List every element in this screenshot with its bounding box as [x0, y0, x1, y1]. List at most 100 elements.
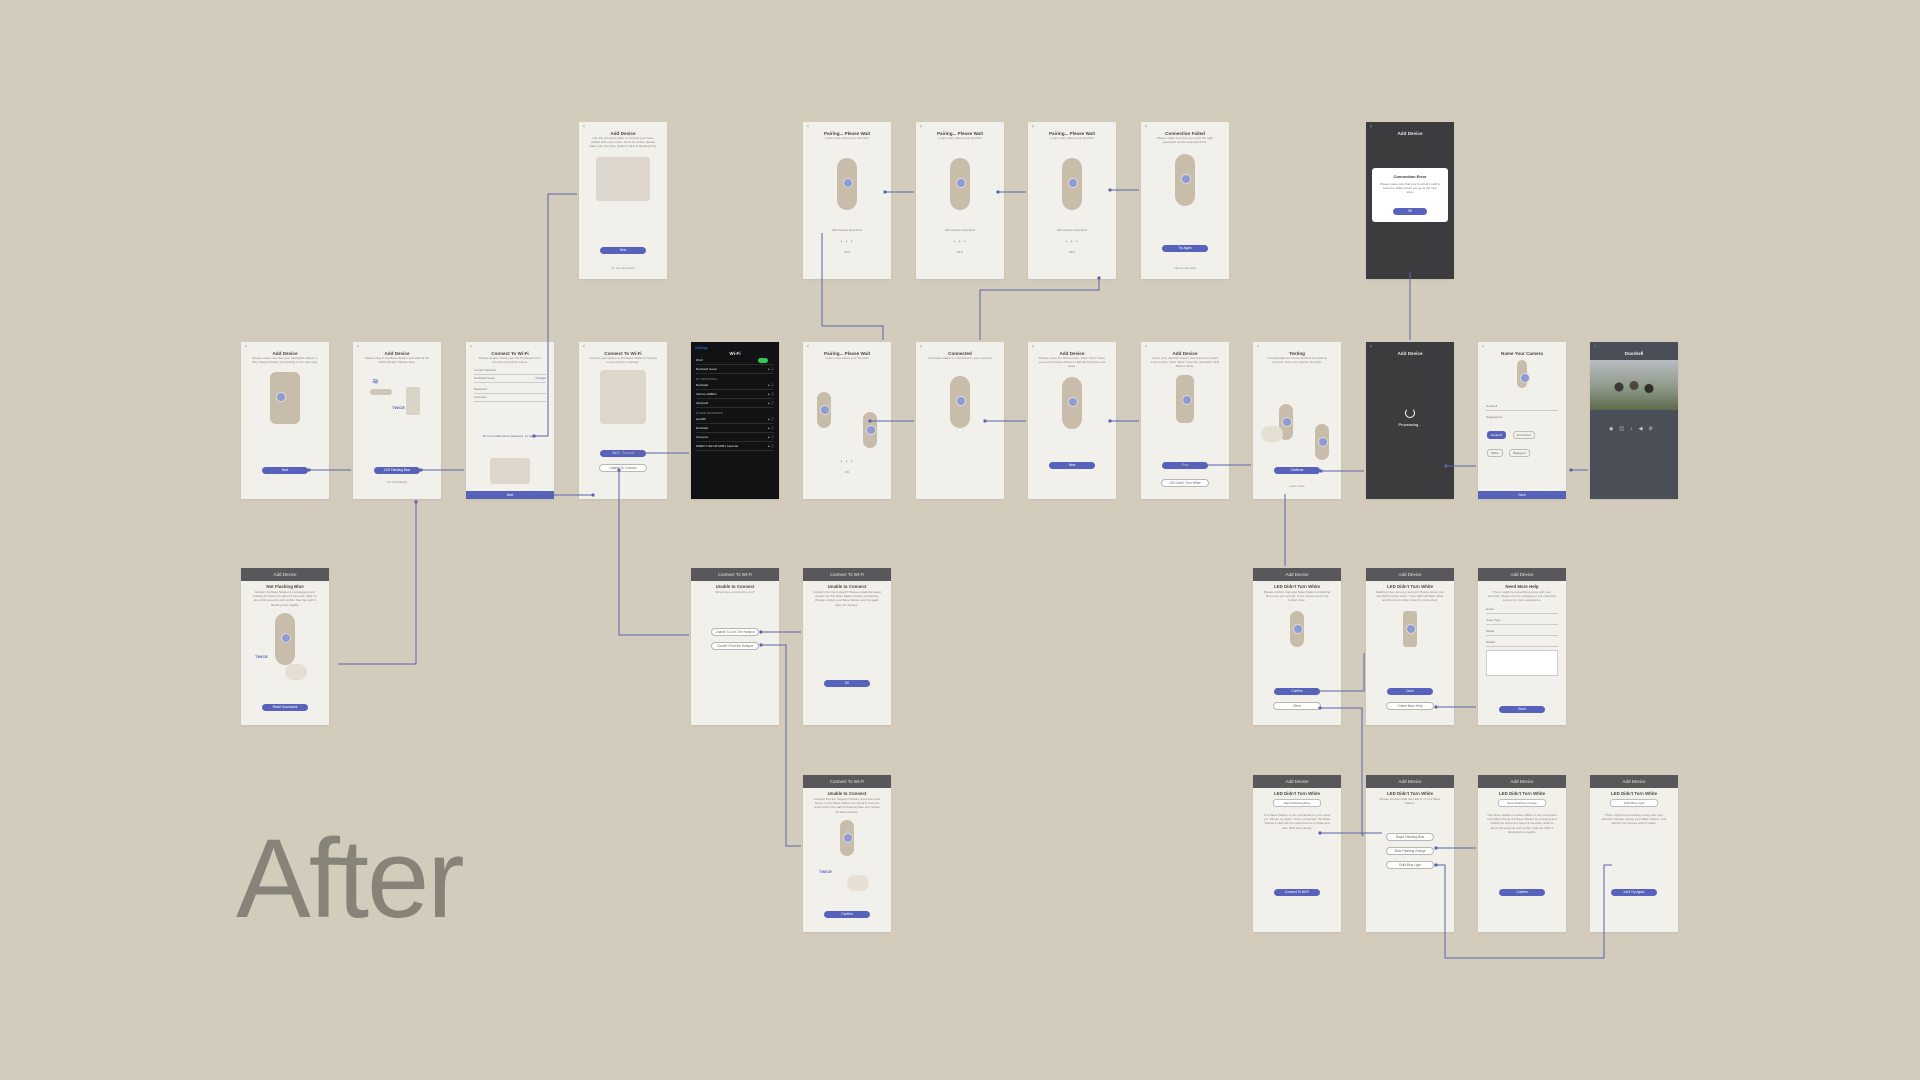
network-value-row: Rockwell Guest Change — [474, 374, 546, 384]
twice-label: TWICE — [392, 405, 405, 411]
screen-connected: ‹ Connected Your base station is connecte… — [916, 342, 1004, 499]
mic-icon[interactable]: ♪ — [1630, 426, 1639, 432]
password-value: Unknown — [474, 395, 487, 400]
next-button[interactable]: Next — [1049, 462, 1095, 469]
led-state-dropdown[interactable]: Rapid Flashing Blue — [1273, 799, 1321, 807]
need-more-help-button[interactable]: I Need More Help — [1386, 702, 1434, 710]
header-bar: Add Device — [1478, 775, 1566, 788]
screen-title: Add Device — [384, 351, 410, 356]
led-state-dropdown[interactable]: Solid Blue Light — [1610, 799, 1658, 807]
screen-title: Connect To Wi-Fi — [491, 351, 529, 356]
password-help-link[interactable]: Do not enable Wi-Fi password, try again. — [466, 434, 554, 438]
live-camera-view[interactable] — [1590, 360, 1678, 410]
status-text: LED flashes blue/white — [944, 228, 976, 232]
suggestions-text: Suggestions — [1486, 415, 1503, 419]
email-field[interactable]: Email — [1486, 605, 1558, 614]
done-button[interactable]: Done — [1387, 688, 1433, 695]
screen-title: Pairing... Please Wait — [1048, 131, 1096, 136]
ok-button[interactable]: OK — [824, 680, 870, 687]
camera-name-input[interactable]: Doorbell — [1486, 402, 1558, 411]
option-slow-flashing-orange[interactable]: Slow Flashing Orange — [1386, 847, 1434, 855]
other-button[interactable]: Other — [1273, 702, 1321, 710]
screen-title: Doorbell — [1624, 351, 1644, 356]
network-row[interactable]: Cameron ▲ ⓘ — [696, 433, 774, 442]
twice-label: TWICE — [255, 654, 268, 659]
network-row[interactable]: DIRECT-4W-HP M281 LaserJet ▲ ⓘ — [696, 442, 774, 451]
doorbell-illustration — [817, 392, 831, 428]
screen-unable-to-connect-2: Connect To Wi-Fi Unable to Connect Could… — [803, 568, 891, 725]
network-row[interactable]: Verizon-GIBDG ▲ ⓘ — [696, 390, 774, 399]
next-button[interactable]: Next — [600, 247, 646, 254]
network-row[interactable]: Rockwell ▲ ⓘ — [696, 424, 774, 433]
option-solid-blue-light[interactable]: Solid Blue Light — [1386, 861, 1434, 869]
try-again-button[interactable]: Try Again — [1162, 245, 1208, 252]
snapshot-icon[interactable]: ◫ — [1619, 426, 1630, 432]
model-field[interactable]: Model — [1486, 627, 1558, 636]
next-button[interactable]: Next — [466, 491, 554, 499]
screen-pairing-4: ‹ Pairing... Please Wait Learn more about… — [803, 342, 891, 499]
screen-led-solid-blue: Add Device LED Didn't Turn White Solid B… — [1590, 775, 1678, 932]
wifi-toggle[interactable] — [758, 357, 768, 363]
wifi-toggle-row[interactable]: Wi-Fi — [696, 356, 774, 365]
network-row[interactable]: Rockwell ▲ ⓘ — [696, 381, 774, 390]
settings-back-link[interactable]: Settings — [695, 346, 708, 350]
screen-body: There might be something wrong with your… — [1601, 813, 1667, 826]
confirm-button[interactable]: Confirm — [1499, 889, 1545, 896]
progress-dots: • • • — [953, 239, 967, 245]
screen-title: Add Device — [610, 131, 636, 136]
camera-name-value: Doorbell — [1486, 404, 1498, 408]
try-again-button[interactable]: Let's Try Again — [1611, 889, 1657, 896]
change-link[interactable]: Change — [535, 374, 546, 382]
continue-button[interactable]: Continue — [1274, 467, 1320, 474]
network-name: Rockwell — [696, 383, 709, 387]
confirm-button[interactable]: Confirm — [1274, 688, 1320, 695]
screen-body: Please choose what the LED is of your Ba… — [1379, 797, 1441, 806]
option-cant-find-button[interactable]: Couldn't Find the Hotspot — [711, 642, 759, 650]
details-textarea[interactable] — [1486, 649, 1558, 676]
next-button[interactable]: Next — [262, 467, 308, 474]
unable-to-connect-button[interactable]: Unable To Connect — [599, 464, 647, 472]
header-bar: Add Device — [1366, 775, 1454, 788]
settings-icon[interactable]: ⚙ — [1648, 426, 1658, 432]
led-state-dropdown[interactable]: Slow Flashing Orange — [1498, 799, 1546, 807]
connect-wifi-button[interactable]: Connect To Wi-Fi — [1274, 889, 1320, 896]
option-unable-join-button[interactable]: Unable To Join The Hotspot — [711, 628, 759, 636]
option-rapid-flashing-blue[interactable]: Rapid Flashing Blue — [1386, 833, 1434, 841]
screen-title: Pairing... Please Wait — [823, 351, 871, 356]
screen-add-device-2: ‹ Add Device Please plug in the Base Stat… — [353, 342, 441, 499]
led-didnt-turn-white-button[interactable]: LED Didn't Turn White — [1161, 479, 1209, 487]
screen-body: There might be something wrong with your… — [1487, 590, 1557, 603]
network-row[interactable]: eesWifi ▲ ⓘ — [696, 415, 774, 424]
screen-body: Your Base Station is either offline or t… — [1487, 813, 1557, 834]
go-to-connect-button[interactable]: Go To Connect — [600, 450, 646, 457]
chip-doorbell[interactable]: Doorbell — [1487, 431, 1507, 439]
doorbell-illustration — [1062, 376, 1082, 429]
header-bar: Add Device — [1590, 775, 1678, 788]
send-button[interactable]: Send — [1499, 706, 1545, 713]
screen-title: Add Device — [272, 351, 298, 356]
speaker-icon[interactable]: ◀ — [1639, 426, 1649, 432]
learn-more-link[interactable]: Learn more — [1253, 484, 1341, 488]
current-network-row[interactable]: Rockwell Guest ▲ ⓘ — [696, 365, 774, 374]
chip-front-door[interactable]: Front Door — [1512, 431, 1535, 439]
chip-office[interactable]: Office — [1487, 449, 1503, 457]
not-flashing-link[interactable]: It's not flashing — [353, 480, 441, 484]
record-icon[interactable]: ◉ — [1609, 426, 1619, 432]
screen-unable-to-connect-1: Connect To Wi-Fi Unable to Connect What … — [691, 568, 779, 725]
confirm-button[interactable]: Confirm — [824, 911, 870, 918]
screen-body: Insert your doorbell battery and press t… — [1151, 356, 1219, 369]
reset-successful-button[interactable]: Reset Successful — [262, 704, 308, 711]
help-link[interactable]: I'm not connected — [579, 266, 667, 270]
screen-connection-failed: ‹ Connection Failed Please make sure that… — [1141, 122, 1229, 279]
save-button[interactable]: Save — [1478, 491, 1566, 499]
help-link[interactable]: Need more help — [1141, 266, 1229, 270]
progress-percent: 66% — [956, 250, 963, 254]
base-station-illustration — [275, 612, 295, 665]
network-row[interactable]: xfinitywifi ▲ ⓘ — [696, 399, 774, 408]
led-flashing-blue-button[interactable]: LED Flashing Blue — [374, 467, 420, 474]
ok-button[interactable]: OK — [1393, 208, 1427, 215]
chip-backyard[interactable]: Backyard — [1509, 449, 1530, 457]
next-button[interactable]: Next — [1162, 462, 1208, 469]
screen-led-didnt-turn-white-2: Add Device LED Didn't Turn White Flashin… — [1366, 568, 1454, 725]
issue-type-field[interactable]: Issue Type — [1486, 616, 1558, 625]
